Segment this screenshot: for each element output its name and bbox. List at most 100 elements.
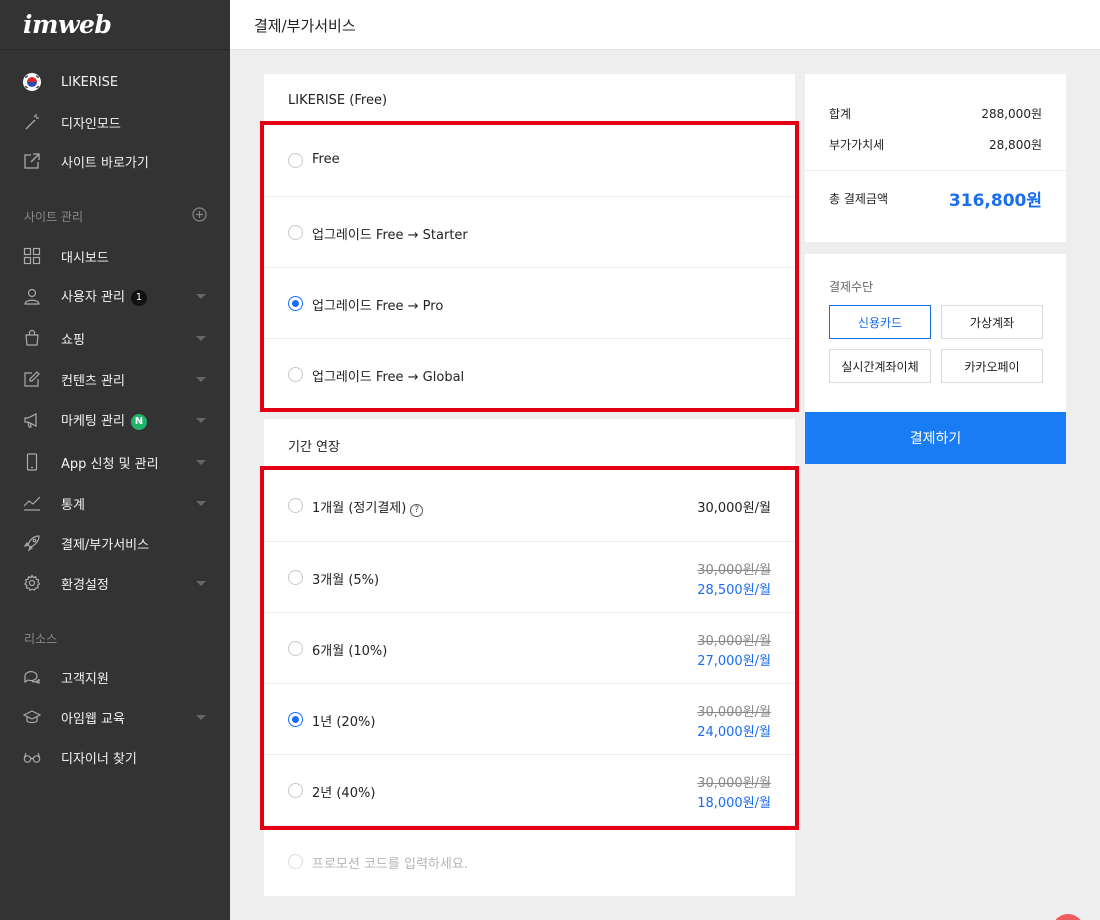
virtual-account-button[interactable]: 가상계좌 xyxy=(941,305,1043,339)
plan-card: LIKERISE (Free) Free 업그레이드 Free → Starte… xyxy=(264,74,795,411)
sidebar-item-statistics[interactable]: 통계 xyxy=(0,485,230,521)
sidebar-item-label: 마케팅 관리 N xyxy=(61,410,147,430)
sidebar-item-billing[interactable]: 결제/부가서비스 xyxy=(0,525,230,561)
original-price: 30,000원/월 xyxy=(697,563,771,578)
period-option-1year[interactable]: 1년 (20%) 30,000원/월 24,000원/월 xyxy=(264,683,795,754)
credit-card-button[interactable]: 신용카드 xyxy=(829,305,931,339)
vat-label: 부가가치세 xyxy=(829,138,885,152)
sidebar-item-label: 환경설정 xyxy=(61,577,109,593)
megaphone-icon xyxy=(23,411,41,429)
sidebar-item-label: 아임웹 교육 xyxy=(61,711,125,727)
sidebar-item-text: 마케팅 관리 xyxy=(61,414,125,429)
sidebar-item-designers[interactable]: 디자이너 찾기 xyxy=(0,739,230,775)
sidebar-item-support[interactable]: 고객지원 xyxy=(0,659,230,695)
sidebar-item-label: 사이트 바로가기 xyxy=(61,155,149,171)
sidebar-item-label: 컨텐츠 관리 xyxy=(61,373,125,389)
promo-code-option[interactable]: 프로모션 코드를 입력하세요. xyxy=(264,825,795,896)
sidebar-item-label: App 신청 및 관리 xyxy=(61,456,159,472)
radio-button[interactable] xyxy=(288,367,303,382)
original-price: 30,000원/월 xyxy=(697,634,771,649)
edit-icon xyxy=(23,370,41,388)
sidebar-item-text: 사용자 관리 xyxy=(61,290,125,305)
subtotal-value: 288,000원 xyxy=(981,107,1042,121)
chat-float-button[interactable] xyxy=(1052,914,1084,920)
graduation-cap-icon xyxy=(23,708,41,726)
discounted-price: 27,000원/월 xyxy=(697,654,771,669)
section-heading-resources: 리소스 xyxy=(24,632,58,646)
sidebar-item-settings[interactable]: 환경설정 xyxy=(0,565,230,601)
sidebar-item-label: 고객지원 xyxy=(61,671,109,687)
summary-card: 합계 288,000원 부가가치세 28,800원 총 결제금액 316,800… xyxy=(805,74,1066,242)
period-card: 기간 연장 1개월 (정기결제)? 30,000원/월 3개월 (5%) 30,… xyxy=(264,419,795,896)
radio-button-disabled[interactable] xyxy=(288,854,303,869)
plan-option-global[interactable]: 업그레이드 Free → Global xyxy=(264,338,795,409)
period-title: 기간 연장 xyxy=(288,440,340,455)
period-option-6month[interactable]: 6개월 (10%) 30,000원/월 27,000원/월 xyxy=(264,612,795,683)
radio-button[interactable] xyxy=(288,153,303,168)
sidebar-item-app[interactable]: App 신청 및 관리 xyxy=(0,444,230,480)
section-heading-site-manage: 사이트 관리 xyxy=(24,210,84,224)
period-option-1month[interactable]: 1개월 (정기결제)? 30,000원/월 xyxy=(264,470,795,541)
original-price: 30,000원/월 xyxy=(697,705,771,720)
period-option-2year[interactable]: 2년 (40%) 30,000원/월 18,000원/월 xyxy=(264,754,795,825)
period-option-label: 2년 (40%) xyxy=(312,786,376,801)
imweb-logo[interactable]: imweb xyxy=(23,10,112,39)
discounted-price: 18,000원/월 xyxy=(697,796,771,811)
radio-button-checked[interactable] xyxy=(288,712,303,727)
logo-divider xyxy=(0,49,230,50)
period-option-label: 1년 (20%) xyxy=(312,715,376,730)
gear-icon xyxy=(23,574,41,592)
sidebar-item-dashboard[interactable]: 대시보드 xyxy=(0,238,230,274)
sidebar-item-label: 사용자 관리 1 xyxy=(61,286,147,306)
price: 30,000원/월 xyxy=(697,501,771,516)
period-option-3month[interactable]: 3개월 (5%) 30,000원/월 28,500원/월 xyxy=(264,541,795,612)
radio-button[interactable] xyxy=(288,498,303,513)
sidebar-item-label: 디자인모드 xyxy=(61,116,121,132)
radio-button[interactable] xyxy=(288,570,303,585)
sidebar-item-design-mode[interactable]: 디자인모드 xyxy=(0,104,230,140)
total-label: 총 결제금액 xyxy=(829,192,889,206)
plan-option-pro[interactable]: 업그레이드 Free → Pro xyxy=(264,267,795,338)
sidebar-item-shopping[interactable]: 쇼핑 xyxy=(0,320,230,356)
chevron-down-icon xyxy=(196,501,206,506)
radio-button-checked[interactable] xyxy=(288,296,303,311)
sidebar-item-label: 결제/부가서비스 xyxy=(61,537,150,553)
mobile-phone-icon xyxy=(23,453,41,471)
bank-transfer-button[interactable]: 실시간계좌이체 xyxy=(829,349,931,383)
radio-button[interactable] xyxy=(288,641,303,656)
sidebar-item-users[interactable]: 사용자 관리 1 xyxy=(0,278,230,314)
plan-option-starter[interactable]: 업그레이드 Free → Starter xyxy=(264,196,795,267)
plan-option-label: 업그레이드 Free → Starter xyxy=(312,228,468,243)
notification-count-badge: 1 xyxy=(130,290,147,306)
sidebar-item-education[interactable]: 아임웹 교육 xyxy=(0,699,230,735)
divider xyxy=(805,170,1066,171)
sidebar-item-marketing[interactable]: 마케팅 관리 N xyxy=(0,402,230,438)
sidebar: imweb LIKERISE 디자인모드 사이트 바로가기 사이트 관리 대시보… xyxy=(0,0,230,920)
chevron-down-icon xyxy=(196,715,206,720)
radio-button[interactable] xyxy=(288,783,303,798)
kakaopay-button[interactable]: 카카오페이 xyxy=(941,349,1043,383)
total-value: 316,800원 xyxy=(948,191,1042,211)
chevron-down-icon xyxy=(196,377,206,382)
original-price: 30,000원/월 xyxy=(697,776,771,791)
add-circle-icon[interactable] xyxy=(192,207,207,222)
magic-wand-icon xyxy=(23,113,41,131)
period-option-label: 3개월 (5%) xyxy=(312,573,380,588)
korea-flag-icon xyxy=(23,73,41,91)
plan-option-free[interactable]: Free xyxy=(264,125,795,196)
radio-button[interactable] xyxy=(288,225,303,240)
page-title: 결제/부가서비스 xyxy=(254,17,356,35)
plan-option-label: 업그레이드 Free → Global xyxy=(312,370,465,385)
sidebar-item-label: 디자이너 찾기 xyxy=(61,751,137,767)
grid-icon xyxy=(23,247,41,265)
sidebar-item-label: 쇼핑 xyxy=(61,332,85,348)
site-selector[interactable]: LIKERISE xyxy=(0,64,230,100)
sidebar-item-label: 통계 xyxy=(61,497,85,513)
help-icon[interactable]: ? xyxy=(410,504,424,517)
sidebar-item-goto-site[interactable]: 사이트 바로가기 xyxy=(0,143,230,179)
vat-value: 28,800원 xyxy=(988,138,1042,152)
checkout-button[interactable]: 결제하기 xyxy=(805,412,1066,464)
promo-code-label: 프로모션 코드를 입력하세요. xyxy=(312,857,468,872)
sidebar-item-contents[interactable]: 컨텐츠 관리 xyxy=(0,361,230,397)
chart-line-icon xyxy=(23,494,41,512)
